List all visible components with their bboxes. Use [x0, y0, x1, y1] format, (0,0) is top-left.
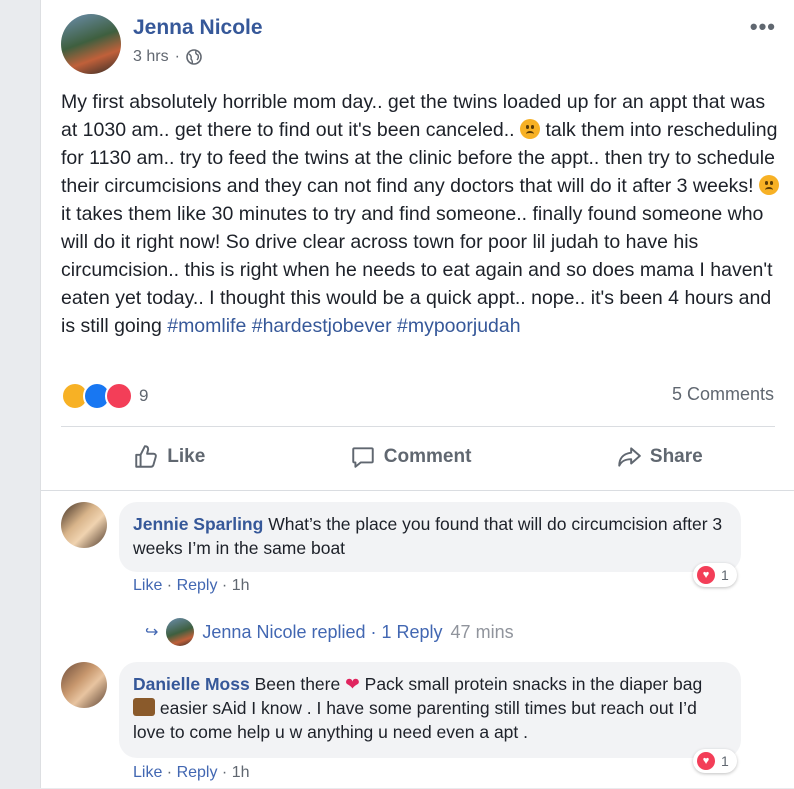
post-actions-bar: Like Comment Share: [61, 432, 775, 482]
share-label: Share: [649, 446, 703, 467]
comment-like-link[interactable]: Like: [133, 577, 162, 594]
red-heart-emoji-icon: ❤: [345, 674, 360, 694]
commenter-name[interactable]: Danielle Moss: [133, 674, 250, 694]
share-button[interactable]: Share: [616, 444, 703, 470]
comment-text-a: Been there: [254, 674, 341, 694]
comment-reaction-count: 1: [721, 753, 729, 769]
comment-reply-link[interactable]: Reply: [177, 764, 218, 781]
comment-time[interactable]: 1h: [232, 577, 250, 594]
comment-meta: Like · Reply · 1h: [133, 577, 250, 594]
commenter-avatar[interactable]: [61, 502, 107, 548]
reply-avatar: [166, 618, 195, 646]
author-avatar[interactable]: [61, 14, 121, 74]
frown-emoji-icon: [520, 119, 541, 139]
comment-meta: Like · Reply · 1h: [133, 764, 250, 781]
thumbs-up-icon: [135, 445, 158, 468]
post-body: My first absolutely horrible mom day.. g…: [61, 88, 781, 340]
commenter-avatar[interactable]: [61, 662, 107, 708]
hashtags[interactable]: #momlife #hardestjobever #mypoorjudah: [167, 315, 520, 337]
reaction-summary[interactable]: 9: [61, 382, 148, 410]
reply-time: 47 mins: [450, 621, 514, 642]
heart-icon: ♥: [697, 566, 715, 584]
comment-reaction-badge[interactable]: ♥ 1: [693, 563, 737, 587]
globe-icon[interactable]: [186, 49, 202, 65]
reaction-count: 9: [139, 386, 149, 405]
comment-reaction-badge[interactable]: ♥ 1: [693, 749, 737, 773]
briefcase-emoji-icon: [133, 698, 155, 716]
frown-emoji-icon: [759, 175, 780, 195]
reply-summary-text: Jenna Nicole replied · 1 Reply: [202, 621, 443, 642]
like-button[interactable]: Like: [133, 444, 205, 470]
love-reaction-icon: [105, 382, 133, 410]
post-author-name[interactable]: Jenna Nicole: [133, 16, 263, 40]
comment-reaction-count: 1: [721, 567, 729, 583]
comment-like-link[interactable]: Like: [133, 764, 162, 781]
heart-icon: ♥: [697, 752, 715, 770]
comment-time[interactable]: 1h: [232, 764, 250, 781]
comment-bubble: Danielle Moss Been there ❤ Pack small pr…: [119, 662, 741, 758]
comment-text-b: Pack small protein snacks in the diaper …: [364, 674, 703, 694]
comment-button[interactable]: Comment: [350, 444, 472, 470]
comment-bubble: Jennie Sparling What’s the place you fou…: [119, 502, 741, 572]
share-arrow-icon: [618, 447, 641, 467]
more-options-icon[interactable]: •••: [750, 14, 776, 40]
comment-label: Comment: [383, 446, 472, 467]
comment-reply-link[interactable]: Reply: [177, 577, 218, 594]
divider: [61, 426, 775, 427]
like-label: Like: [167, 446, 206, 467]
comments-count-link[interactable]: 5 Comments: [672, 384, 774, 405]
post-card: Jenna Nicole 3 hrs · ••• My first absolu…: [40, 0, 794, 788]
comment-bubble-icon: [352, 447, 374, 468]
commenter-name[interactable]: Jennie Sparling: [133, 514, 263, 534]
comment-text-c: easier sAid I know . I have some parenti…: [133, 698, 697, 742]
post-time[interactable]: 3 hrs: [133, 48, 169, 66]
post-meta: 3 hrs ·: [133, 48, 202, 66]
reply-arrow-icon: ↪: [145, 624, 159, 641]
replies-link[interactable]: ↪ Jenna Nicole replied · 1 Reply 47 mins: [145, 618, 514, 646]
